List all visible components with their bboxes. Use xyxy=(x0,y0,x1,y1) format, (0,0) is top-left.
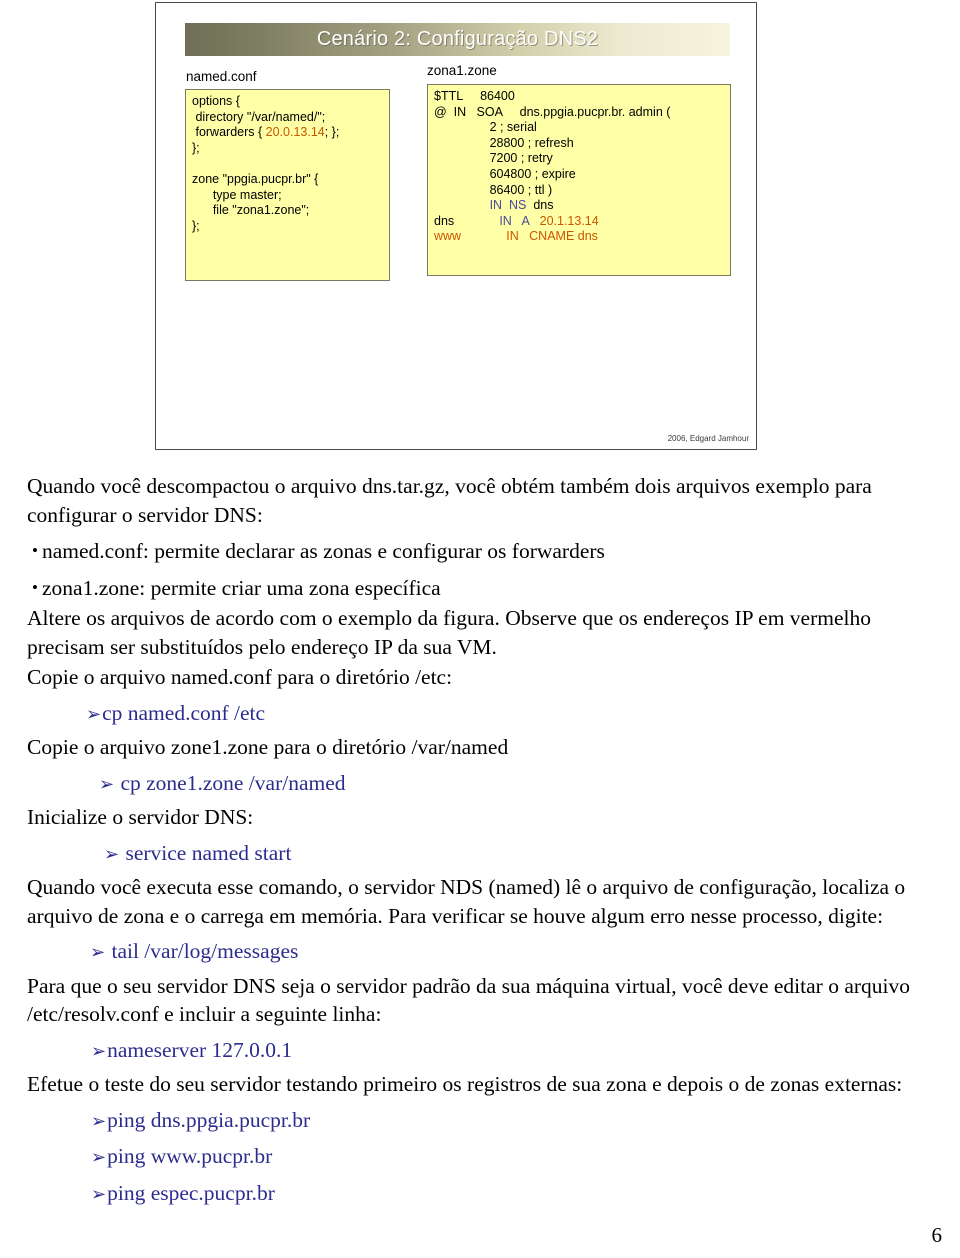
command-service-named-start-text: service named start xyxy=(125,840,292,865)
page-number: 6 xyxy=(931,1223,943,1247)
paragraph-resolv-conf: Para que o seu servidor DNS seja o servi… xyxy=(27,973,911,1027)
named-conf-label: named.conf xyxy=(186,69,257,84)
bullet-dot-icon: • xyxy=(32,541,38,560)
bullet-named-conf-label: named.conf: permite declarar as zonas e … xyxy=(42,539,605,563)
forwarder-ip-value: 20.0.13.14 xyxy=(265,125,325,140)
arrow-bullet-icon: ➢ xyxy=(86,703,102,724)
bullet-named-conf: • named.conf: permite declarar as zonas e… xyxy=(27,537,915,566)
paragraph-execucao-comando: Quando você executa esse comando, o serv… xyxy=(27,875,906,928)
command-ping-dns: ➢ping dns.ppgia.pucpr.br xyxy=(27,1106,915,1136)
command-ping-espec-text: ping espec.pucpr.br xyxy=(107,1180,275,1205)
command-cp-zone1-text: cp zone1.zone /var/named xyxy=(120,770,346,795)
record-class-ns: IN NS xyxy=(489,198,527,213)
bullet-zona1-zone-label: zona1.zone: permite criar uma zona espec… xyxy=(42,575,441,600)
command-tail-messages-text: tail /var/log/messages xyxy=(111,939,299,963)
arrow-bullet-icon: ➢ xyxy=(91,1147,107,1167)
paragraph-efetue-teste: Efetue o teste do seu servidor testando … xyxy=(27,1072,903,1096)
arrow-bullet-icon: ➢ xyxy=(104,843,120,864)
bullet-zona1-zone: • zona1.zone: permite criar uma zona espe… xyxy=(27,574,915,603)
paragraph-alter-arquivos: Altere os arquivos de acordo com o exemp… xyxy=(27,606,871,659)
arrow-bullet-icon: ➢ xyxy=(90,942,106,962)
arrow-bullet-icon: ➢ xyxy=(91,1040,107,1061)
command-nameserver: ➢nameserver 127.0.0.1 xyxy=(27,1036,915,1066)
code-line: $TTL 86400 @ IN SOA dns.ppgia.pucpr.br. … xyxy=(434,89,671,197)
command-ping-www: ➢ping www.pucpr.br xyxy=(27,1142,915,1172)
command-ping-espec: ➢ping espec.pucpr.br xyxy=(27,1179,915,1209)
command-ping-dns-text: ping dns.ppgia.pucpr.br xyxy=(107,1107,311,1132)
bullet-dot-icon: • xyxy=(32,577,38,597)
arrow-bullet-icon: ➢ xyxy=(91,1183,107,1204)
command-nameserver-text: nameserver 127.0.0.1 xyxy=(107,1037,293,1062)
document-body: Quando você descompactou o arquivo dns.t… xyxy=(27,472,915,1213)
command-cp-zone1: ➢ cp zone1.zone /var/named xyxy=(27,769,915,799)
paragraph-intro: Quando você descompactou o arquivo dns.t… xyxy=(27,474,872,527)
arrow-bullet-icon: ➢ xyxy=(99,773,115,794)
paragraph-inicialize-dns: Inicialize o servidor DNS: xyxy=(27,805,254,829)
slide-figure: Cenário 2: Configuração DNS2 named.conf … xyxy=(155,2,757,450)
zona1-zone-code-box: $TTL 86400 @ IN SOA dns.ppgia.pucpr.br. … xyxy=(427,84,731,276)
command-ping-www-text: ping www.pucpr.br xyxy=(107,1144,273,1168)
zona1-zone-label: zona1.zone xyxy=(427,63,497,78)
slide-title: Cenário 2: Configuração DNS2 xyxy=(316,28,599,50)
record-class-a: IN A xyxy=(499,213,530,228)
paragraph-copie-namedconf: Copie o arquivo named.conf para o diretó… xyxy=(27,665,453,689)
command-cp-named-conf: ➢cp named.conf /etc xyxy=(27,699,915,729)
record-a-ip-value: 20.1.13.14 xyxy=(539,213,599,228)
named-conf-code-box: options { directory "/var/named/"; forwa… xyxy=(185,89,390,281)
command-tail-messages: ➢ tail /var/log/messages xyxy=(27,937,915,967)
command-cp-named-conf-text: cp named.conf /etc xyxy=(102,700,266,725)
code-line: ; }; }; zone "ppgia.pucpr.br" { type mas… xyxy=(192,125,340,233)
record-cname-line: www IN CNAME dns xyxy=(434,229,598,244)
command-service-named-start: ➢ service named start xyxy=(27,839,915,869)
slide-title-banner: Cenário 2: Configuração DNS2 xyxy=(185,23,730,56)
arrow-bullet-icon: ➢ xyxy=(91,1110,107,1131)
copyright-notice: 2006, Edgard Jamhour xyxy=(667,434,749,443)
paragraph-copie-zone1: Copie o arquivo zone1.zone para o diretó… xyxy=(27,735,509,759)
